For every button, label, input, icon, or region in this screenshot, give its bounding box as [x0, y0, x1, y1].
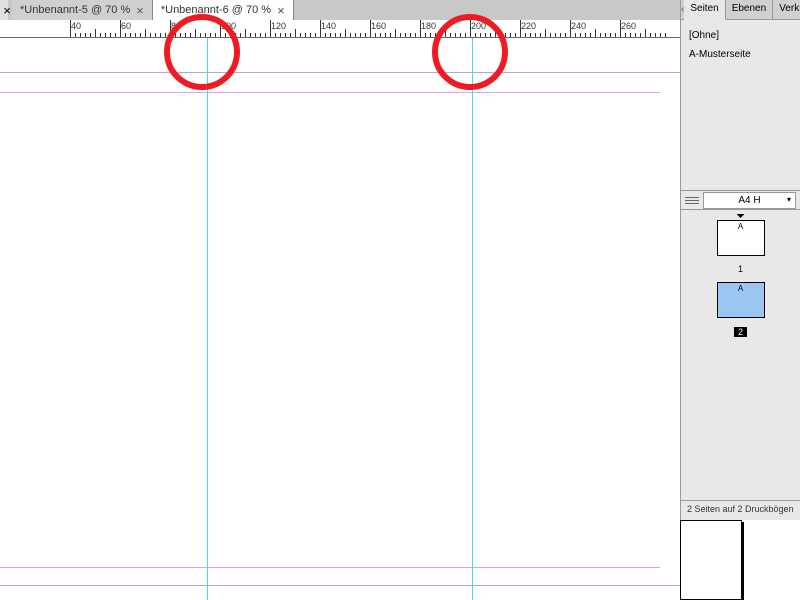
pages-panel: ‹ Seiten Ebenen Verkn [Ohne] A-Mustersei… — [680, 0, 800, 520]
master-page-none[interactable]: [Ohne] — [687, 26, 794, 45]
page-size-bar: A4 H — [681, 190, 800, 210]
master-applied-label: A — [738, 222, 743, 231]
document-tab[interactable]: *Unbenannt-5 @ 70 % × — [12, 0, 153, 20]
tab-label: *Unbenannt-5 @ 70 % — [20, 4, 130, 16]
document-canvas[interactable] — [0, 38, 680, 600]
close-icon[interactable]: × — [277, 3, 285, 18]
page-size-dropdown[interactable]: A4 H — [703, 192, 796, 209]
master-page-a[interactable]: A-Musterseite — [687, 45, 794, 64]
close-icon[interactable]: × — [136, 3, 144, 18]
page-preview — [680, 520, 742, 600]
vertical-guide[interactable] — [207, 38, 208, 600]
page-number: 1 — [738, 264, 743, 274]
page-thumbnails: A 1 A 2 — [681, 210, 800, 348]
document-tab[interactable]: *Unbenannt-6 @ 70 % × — [153, 0, 294, 20]
pages-section: A4 H A 1 A 2 — [681, 190, 800, 348]
page-edge — [0, 72, 680, 73]
page-thumbnail[interactable]: A — [717, 220, 765, 256]
panel-status: 2 Seiten auf 2 Druckbögen — [681, 500, 800, 520]
margin-guide — [0, 567, 660, 568]
master-pages-list: [Ohne] A-Musterseite — [681, 20, 800, 70]
margin-guide — [0, 92, 660, 93]
page-edge — [0, 585, 680, 586]
panel-tab-links[interactable]: Verkn — [773, 0, 800, 19]
close-icon[interactable]: × — [2, 0, 12, 20]
spine-marker-icon — [737, 214, 745, 218]
vertical-guide[interactable] — [472, 38, 473, 600]
panel-tab-bar: ‹ Seiten Ebenen Verkn — [681, 0, 800, 20]
options-icon[interactable] — [685, 197, 699, 204]
page-number: 2 — [734, 327, 747, 337]
panel-tab-layers[interactable]: Ebenen — [726, 0, 773, 19]
master-applied-label: A — [738, 284, 743, 293]
tab-label: *Unbenannt-6 @ 70 % — [161, 4, 271, 16]
page-thumbnail[interactable]: A — [717, 282, 765, 318]
panel-tab-pages[interactable]: Seiten — [684, 0, 725, 20]
